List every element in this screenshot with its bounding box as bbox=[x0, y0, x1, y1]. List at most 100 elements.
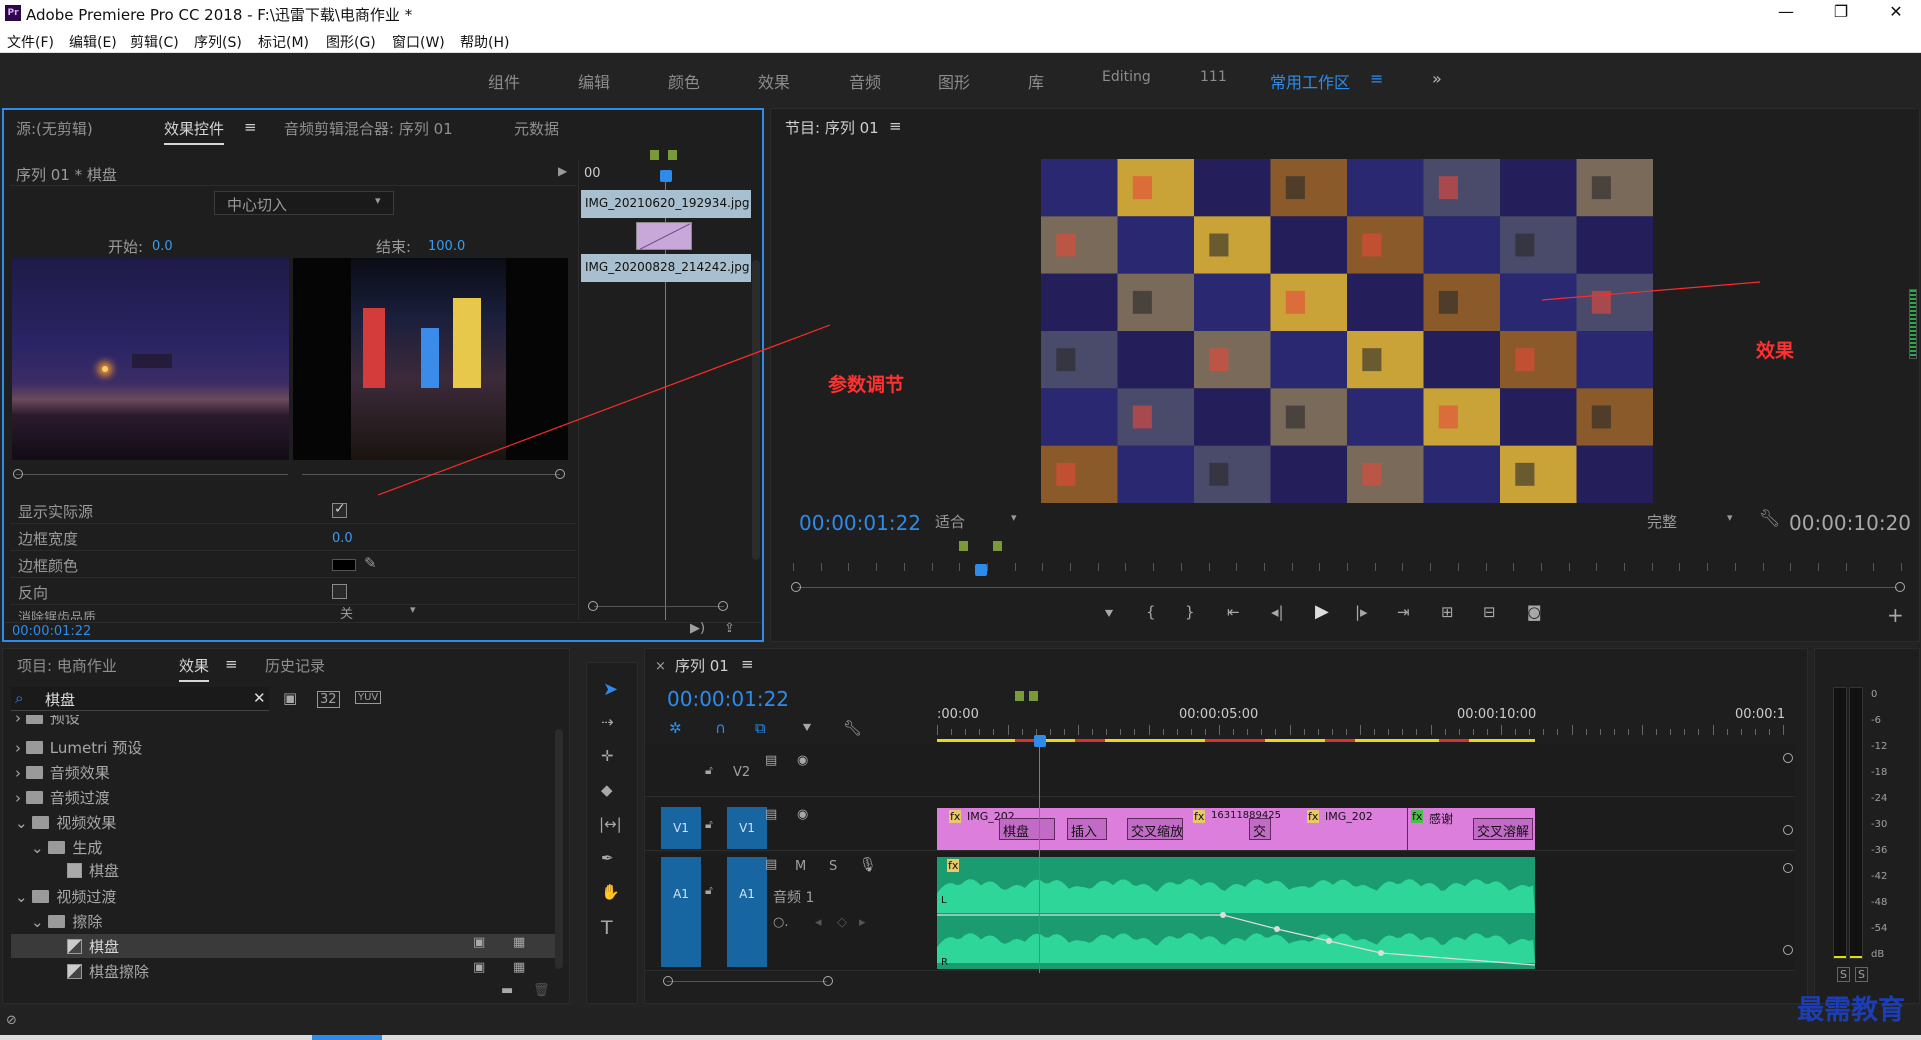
tree-item-video-transitions[interactable]: ⌄ 视频过渡 bbox=[15, 886, 116, 907]
effect-controls-timecode[interactable]: 00:00:01:22 bbox=[12, 624, 91, 639]
voice-over-mic-icon[interactable]: 🎙︎ bbox=[859, 857, 877, 873]
source-patch-a1[interactable]: A1 bbox=[661, 857, 701, 967]
export-frame-icon[interactable]: ⇪ bbox=[724, 621, 735, 636]
program-playhead-handle[interactable] bbox=[975, 564, 987, 576]
mini-zoom-scrollbar[interactable] bbox=[594, 606, 724, 607]
zoom-handle-right[interactable] bbox=[718, 601, 728, 611]
slip-tool-icon[interactable]: |↔| bbox=[599, 815, 622, 833]
show-actual-sources-checkbox[interactable] bbox=[332, 501, 347, 518]
menu-marker[interactable]: 标记(M) bbox=[258, 32, 309, 52]
solo-right-button[interactable]: S bbox=[1855, 967, 1868, 982]
timeline-ruler-ticks[interactable] bbox=[937, 725, 1784, 735]
mute-button[interactable]: M bbox=[795, 859, 806, 874]
accelerated-effects-icon[interactable]: ▣ bbox=[283, 689, 297, 707]
audio-clip[interactable]: fx LR bbox=[937, 857, 1535, 969]
transition-checkerboard[interactable]: 棋盘 bbox=[999, 818, 1055, 840]
marker-icon[interactable] bbox=[1015, 691, 1024, 701]
workspace-editing[interactable]: 编辑 bbox=[578, 69, 610, 93]
pen-tool-icon[interactable]: ✒ bbox=[601, 849, 614, 867]
menu-sequence[interactable]: 序列(S) bbox=[194, 32, 242, 52]
solo-left-button[interactable]: S bbox=[1837, 967, 1850, 982]
program-title[interactable]: 节目: 序列 01 bbox=[785, 117, 879, 138]
sequence-menu-icon[interactable]: ≡ bbox=[741, 655, 754, 673]
track-zoom-handle[interactable] bbox=[1783, 753, 1793, 763]
tree-item-generate[interactable]: ⌄ 生成 bbox=[31, 837, 102, 858]
workspace-effects[interactable]: 效果 bbox=[758, 69, 790, 93]
end-slider[interactable] bbox=[302, 474, 560, 475]
ripple-edit-tool-icon[interactable]: ✛ bbox=[601, 747, 614, 765]
go-to-out-icon[interactable]: ⇥ bbox=[1397, 603, 1410, 621]
eyedropper-icon[interactable]: ✎ bbox=[364, 554, 377, 572]
transition-insert[interactable]: 插入 bbox=[1067, 818, 1107, 840]
sync-lock-icon[interactable]: ▤ bbox=[765, 857, 777, 872]
hand-tool-icon[interactable]: ✋ bbox=[601, 883, 620, 901]
sequence-tab[interactable]: 序列 01 bbox=[675, 655, 729, 676]
tree-item-wipe[interactable]: ⌄ 擦除 bbox=[31, 911, 102, 932]
transition-cross[interactable]: 交 bbox=[1249, 818, 1271, 840]
effects-scrollbar[interactable] bbox=[555, 729, 563, 969]
track-target-v1[interactable]: V1 bbox=[727, 807, 767, 849]
delete-icon[interactable]: 🗑︎ bbox=[533, 983, 550, 998]
wrench-icon[interactable]: 🔧︎ bbox=[1759, 509, 1781, 529]
source-patch-v1[interactable]: V1 bbox=[661, 807, 701, 849]
marker-icon[interactable] bbox=[1029, 691, 1038, 701]
play-transition-icon[interactable]: ▶ bbox=[558, 164, 567, 178]
snap-icon[interactable]: ∩ bbox=[715, 719, 726, 737]
workspace-111[interactable]: 111 bbox=[1200, 69, 1227, 85]
track-select-tool-icon[interactable]: ⇢ bbox=[601, 713, 614, 731]
tree-item-presets[interactable]: › 预设 bbox=[15, 715, 80, 725]
maximize-button[interactable]: ❐ bbox=[1818, 2, 1864, 26]
workspace-audio[interactable]: 音频 bbox=[849, 69, 881, 93]
workspace-assembly[interactable]: 组件 bbox=[488, 69, 520, 93]
32bit-effects-icon[interactable]: 32 bbox=[317, 691, 340, 708]
start-slider-handle[interactable] bbox=[13, 469, 23, 479]
program-playhead-timecode[interactable]: 00:00:01:22 bbox=[799, 511, 921, 535]
play-icon[interactable]: ▶ bbox=[1315, 601, 1329, 622]
nest-icon[interactable]: ✲ bbox=[669, 719, 682, 737]
razor-tool-icon[interactable]: ◆ bbox=[601, 781, 613, 799]
close-button[interactable]: ✕ bbox=[1873, 2, 1919, 26]
marker-icon[interactable] bbox=[650, 150, 659, 160]
new-bin-icon[interactable]: ▬ bbox=[501, 983, 513, 998]
play-audio-icon[interactable]: ▶) bbox=[690, 621, 705, 636]
workspace-graphics[interactable]: 图形 bbox=[938, 69, 970, 93]
lock-icon[interactable]: 🔓︎ bbox=[705, 883, 713, 898]
timeline-horizontal-scroll[interactable] bbox=[667, 981, 827, 982]
menu-edit[interactable]: 编辑(E) bbox=[69, 32, 117, 52]
step-back-icon[interactable]: ◂| bbox=[1271, 603, 1284, 621]
go-to-in-icon[interactable]: ⇤ bbox=[1227, 603, 1240, 621]
tab-effect-controls-menu-icon[interactable]: ≡ bbox=[244, 118, 257, 136]
workspace-menu-icon[interactable]: ≡ bbox=[1370, 69, 1383, 88]
menu-help[interactable]: 帮助(H) bbox=[460, 32, 509, 52]
solo-button[interactable]: S bbox=[829, 859, 837, 874]
zoom-handle-right[interactable] bbox=[823, 976, 833, 986]
sync-lock-icon[interactable]: ▤ bbox=[765, 753, 777, 768]
step-forward-icon[interactable]: |▸ bbox=[1355, 603, 1368, 621]
menu-clip[interactable]: 剪辑(C) bbox=[130, 32, 179, 52]
tab-project[interactable]: 项目: 电商作业 bbox=[17, 655, 117, 676]
workspace-common[interactable]: 常用工作区 bbox=[1270, 69, 1350, 93]
menu-window[interactable]: 窗口(W) bbox=[392, 32, 445, 52]
workspace-libraries[interactable]: 库 bbox=[1028, 69, 1044, 93]
tab-history[interactable]: 历史记录 bbox=[265, 655, 325, 676]
tree-item-audio-transitions[interactable]: › 音频过渡 bbox=[15, 787, 110, 808]
menu-graphics[interactable]: 图形(G) bbox=[326, 32, 376, 52]
start-slider[interactable] bbox=[16, 474, 288, 475]
vertical-scrollbar[interactable] bbox=[752, 260, 760, 560]
track-zoom-handle[interactable] bbox=[1783, 863, 1793, 873]
border-width-value[interactable]: 0.0 bbox=[332, 531, 353, 546]
tab-effects-menu-icon[interactable]: ≡ bbox=[225, 655, 238, 673]
alignment-dropdown[interactable]: 中心切入 ▾ bbox=[214, 191, 394, 215]
keyframe-options-icon[interactable]: ○. bbox=[773, 915, 788, 930]
program-time-ruler[interactable] bbox=[793, 563, 1902, 575]
antialias-dropdown[interactable]: 关 bbox=[340, 606, 353, 620]
effects-search[interactable]: ⌕ 棋盘 ✕ bbox=[11, 687, 269, 711]
mark-out-icon[interactable]: } bbox=[1185, 603, 1195, 621]
workspace-more-icon[interactable]: » bbox=[1432, 69, 1442, 88]
type-tool-icon[interactable]: T bbox=[601, 917, 613, 939]
tab-effect-controls[interactable]: 效果控件 bbox=[164, 118, 225, 145]
eye-icon[interactable]: ◉ bbox=[797, 807, 808, 822]
linked-selection-icon[interactable]: ⧉ bbox=[755, 719, 766, 737]
clip-name[interactable]: 感谢 bbox=[1429, 810, 1453, 827]
timeline-timecode[interactable]: 00:00:01:22 bbox=[667, 687, 789, 711]
